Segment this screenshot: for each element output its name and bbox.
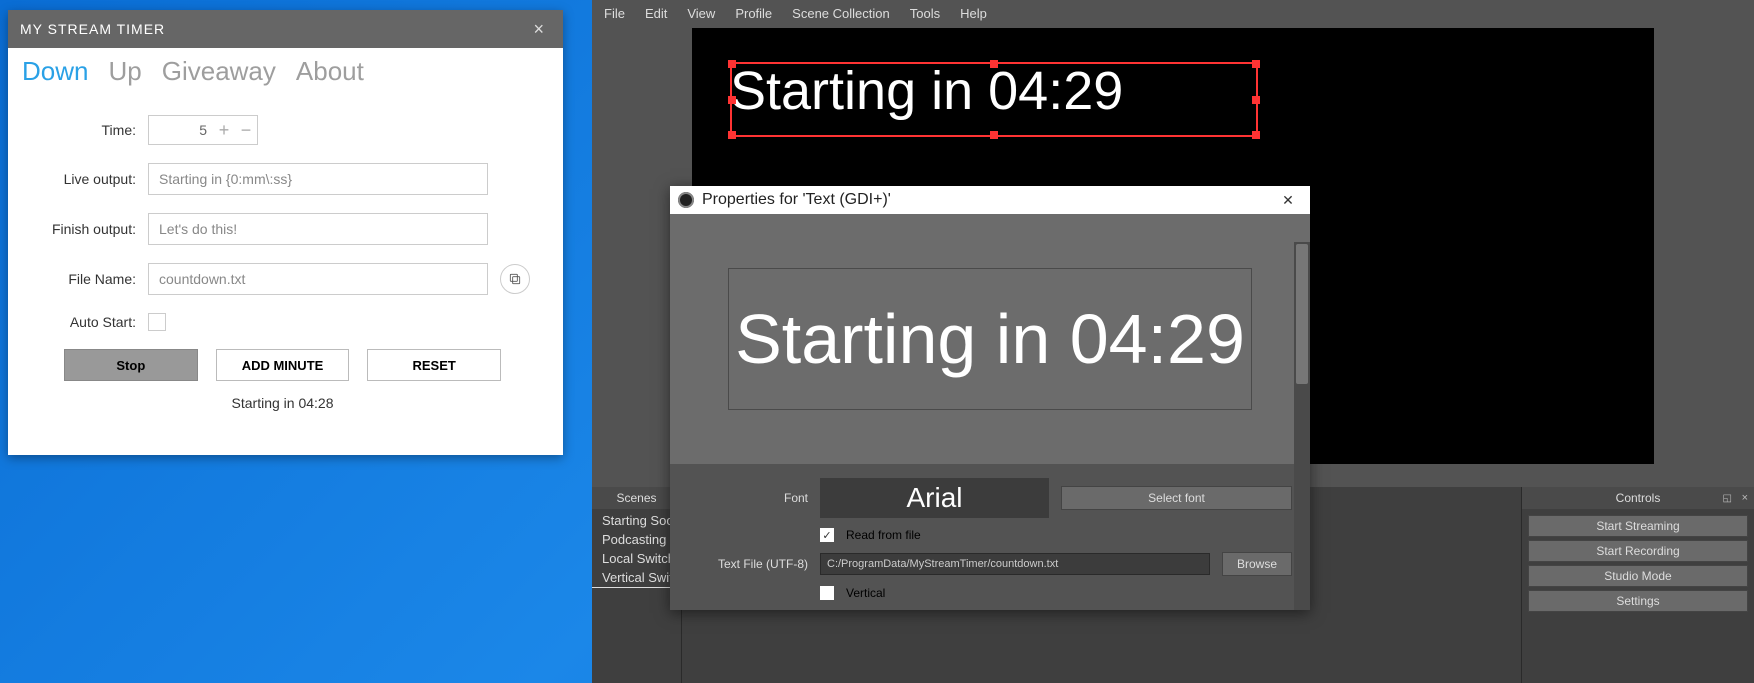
vertical-label: Vertical [846,586,885,600]
font-display: Arial [820,478,1049,518]
scenes-header-label: Scenes [616,491,656,505]
scrollbar-thumb[interactable] [1296,244,1308,384]
auto-start-checkbox[interactable] [148,313,166,331]
resize-handle-icon[interactable] [1252,96,1260,104]
properties-body: Font Arial Select font ✓ Read from file … [670,464,1310,610]
finish-output-input[interactable] [148,213,488,245]
resize-handle-icon[interactable] [990,60,998,68]
menu-view[interactable]: View [687,6,715,21]
tab-down[interactable]: Down [22,56,88,87]
scene-item[interactable]: Podcasting [592,530,681,549]
studio-mode-button[interactable]: Studio Mode [1528,565,1748,587]
finish-output-label: Finish output: [26,221,136,237]
settings-button[interactable]: Settings [1528,590,1748,612]
popout-icon[interactable]: ◱ [1723,493,1732,504]
auto-start-label: Auto Start: [26,314,136,330]
menu-tools[interactable]: Tools [910,6,940,21]
properties-preview-text: Starting in 04:29 [728,268,1252,410]
close-icon[interactable]: × [1742,492,1748,504]
live-output-label: Live output: [26,171,136,187]
font-label: Font [688,491,808,505]
controls-header[interactable]: Controls ◱ × [1522,487,1754,509]
minus-icon[interactable]: − [235,120,257,141]
properties-title: Properties for 'Text (GDI+)' [702,191,891,209]
properties-dialog: Properties for 'Text (GDI+)' ✕ Starting … [670,186,1310,610]
menu-edit[interactable]: Edit [645,6,667,21]
live-output-input[interactable] [148,163,488,195]
file-name-label: File Name: [26,271,136,287]
stream-timer-tabs: Down Up Giveaway About [8,48,563,97]
properties-titlebar[interactable]: Properties for 'Text (GDI+)' ✕ [670,186,1310,214]
scene-item[interactable]: Vertical Swit [592,568,681,588]
resize-handle-icon[interactable] [1252,60,1260,68]
copy-icon[interactable] [500,264,530,294]
dialog-scrollbar[interactable] [1294,242,1310,610]
scene-item[interactable]: Local Switch [592,549,681,568]
resize-handle-icon[interactable] [1252,131,1260,139]
resize-handle-icon[interactable] [728,96,736,104]
read-from-file-checkbox[interactable]: ✓ [820,528,834,542]
vertical-checkbox[interactable] [820,586,834,600]
menu-profile[interactable]: Profile [735,6,772,21]
time-stepper[interactable]: 5 + − [148,115,258,145]
reset-button[interactable]: RESET [367,349,501,381]
scenes-list: Starting Soo Podcasting Local Switch Ver… [592,509,681,683]
properties-preview: Starting in 04:29 [670,214,1310,464]
add-minute-button[interactable]: ADD MINUTE [216,349,350,381]
controls-header-label: Controls [1616,491,1661,505]
stream-timer-window: MY STREAM TIMER × Down Up Giveaway About… [8,10,563,455]
close-icon[interactable]: × [527,19,551,40]
plus-icon[interactable]: + [213,120,235,141]
time-label: Time: [26,122,136,138]
time-value: 5 [149,122,213,138]
scenes-header[interactable]: Scenes [592,487,681,509]
close-icon[interactable]: ✕ [1266,186,1310,214]
start-recording-button[interactable]: Start Recording [1528,540,1748,562]
scene-item[interactable]: Starting Soo [592,511,681,530]
scenes-dock: Scenes Starting Soo Podcasting Local Swi… [592,487,682,683]
status-text: Starting in 04:28 [26,395,539,411]
tab-up[interactable]: Up [108,56,141,87]
file-name-input[interactable] [148,263,488,295]
browse-button[interactable]: Browse [1222,552,1292,576]
menu-scene-collection[interactable]: Scene Collection [792,6,890,21]
read-from-file-label: Read from file [846,528,921,542]
resize-handle-icon[interactable] [728,60,736,68]
menu-file[interactable]: File [604,6,625,21]
stream-timer-title: MY STREAM TIMER [20,21,165,37]
stop-button[interactable]: Stop [64,349,198,381]
text-file-input[interactable] [820,553,1210,575]
resize-handle-icon[interactable] [728,131,736,139]
obs-menubar: File Edit View Profile Scene Collection … [592,0,1754,26]
controls-list: Start Streaming Start Recording Studio M… [1522,509,1754,683]
selected-source-outline[interactable] [730,62,1258,137]
tab-about[interactable]: About [296,56,364,87]
tab-giveaway[interactable]: Giveaway [162,56,276,87]
resize-handle-icon[interactable] [990,131,998,139]
stream-timer-titlebar[interactable]: MY STREAM TIMER × [8,10,563,48]
controls-dock: Controls ◱ × Start Streaming Start Recor… [1522,487,1754,683]
text-file-label: Text File (UTF-8) [688,557,808,571]
select-font-button[interactable]: Select font [1061,486,1292,510]
obs-logo-icon [678,192,694,208]
stream-timer-form: Time: 5 + − Live output: Finish output: … [8,97,563,411]
start-streaming-button[interactable]: Start Streaming [1528,515,1748,537]
menu-help[interactable]: Help [960,6,987,21]
